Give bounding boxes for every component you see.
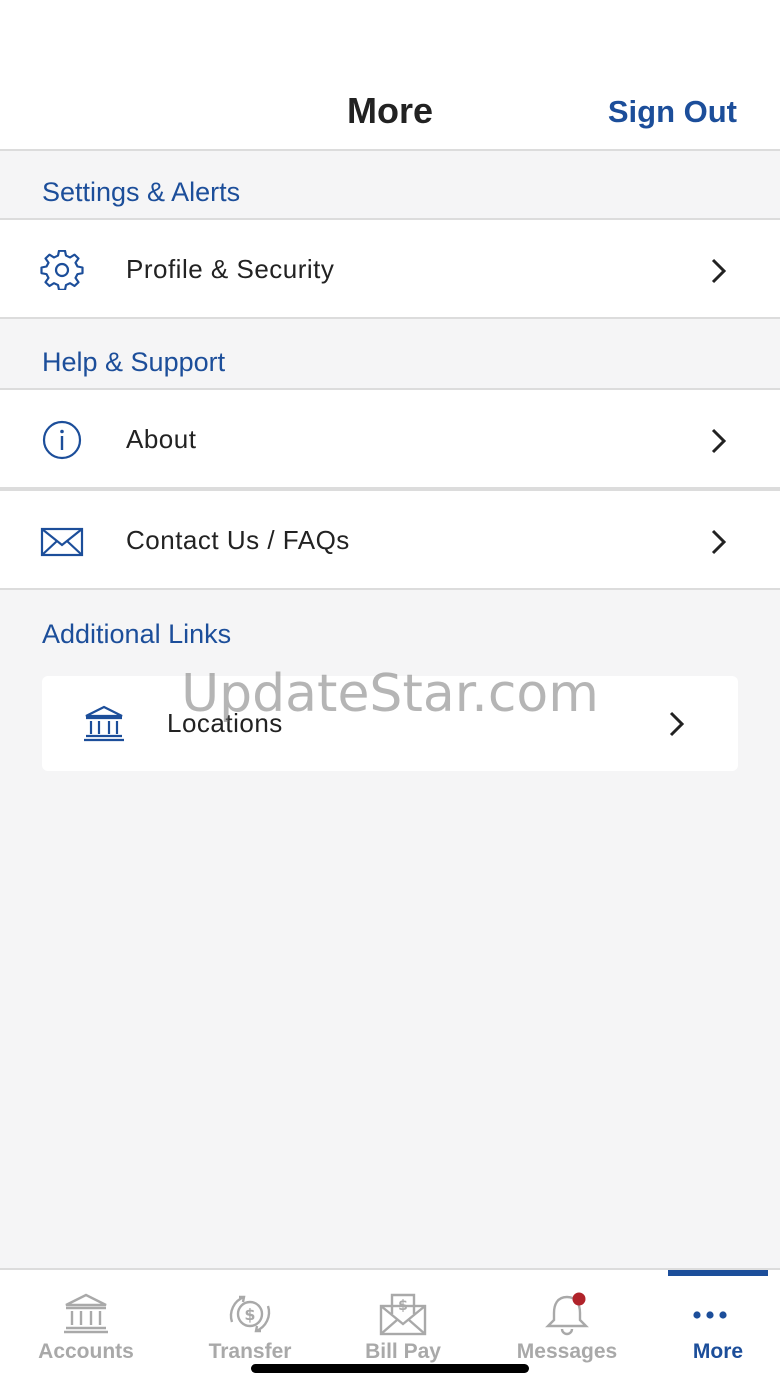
menu-item-label: About: [126, 424, 197, 454]
tab-label: Bill Pay: [365, 1340, 441, 1363]
chevron-right-icon: [711, 428, 727, 454]
chevron-right-icon: [711, 258, 727, 284]
svg-text:$: $: [398, 1298, 408, 1314]
menu-item-contact-faqs[interactable]: Contact Us / FAQs: [0, 489, 780, 590]
section-header-additional: Additional Links: [0, 592, 780, 662]
more-dots-icon: [693, 1311, 727, 1319]
section-title: Additional Links: [42, 619, 232, 649]
envelope-icon: [40, 527, 84, 557]
tab-label: Accounts: [38, 1340, 134, 1363]
notification-badge: [572, 1292, 586, 1306]
menu-item-locations[interactable]: Locations: [42, 676, 738, 771]
active-tab-indicator: [668, 1270, 768, 1276]
tab-label: Messages: [516, 1340, 618, 1363]
menu-item-profile-security[interactable]: Profile & Security: [0, 218, 780, 319]
menu-item-about[interactable]: About: [0, 388, 780, 489]
info-icon: [42, 420, 82, 460]
gear-icon: [40, 250, 84, 290]
tab-label: More: [692, 1340, 744, 1363]
bell-icon: [545, 1292, 589, 1336]
sign-out-button[interactable]: Sign Out: [608, 94, 737, 130]
bank-icon: [84, 705, 124, 742]
top-bar: More Sign Out: [0, 0, 780, 151]
chevron-right-icon: [669, 711, 685, 737]
chevron-right-icon: [711, 529, 727, 555]
section-title: Settings & Alerts: [42, 177, 241, 207]
menu-item-label: Contact Us / FAQs: [126, 525, 350, 555]
home-indicator: [251, 1364, 529, 1373]
tab-label: Transfer: [208, 1340, 292, 1363]
tab-accounts[interactable]: Accounts: [8, 1270, 164, 1387]
section-header-settings: Settings & Alerts: [0, 153, 780, 219]
menu-item-label: Profile & Security: [126, 254, 335, 284]
section-title: Help & Support: [42, 347, 226, 377]
svg-text:$: $: [244, 1305, 255, 1324]
bill-pay-icon: $: [379, 1293, 427, 1336]
section-header-help: Help & Support: [0, 321, 780, 389]
tab-more[interactable]: More: [640, 1270, 780, 1387]
bank-icon: [64, 1293, 108, 1334]
transfer-icon: $: [229, 1295, 271, 1333]
menu-item-label: Locations: [167, 708, 283, 738]
